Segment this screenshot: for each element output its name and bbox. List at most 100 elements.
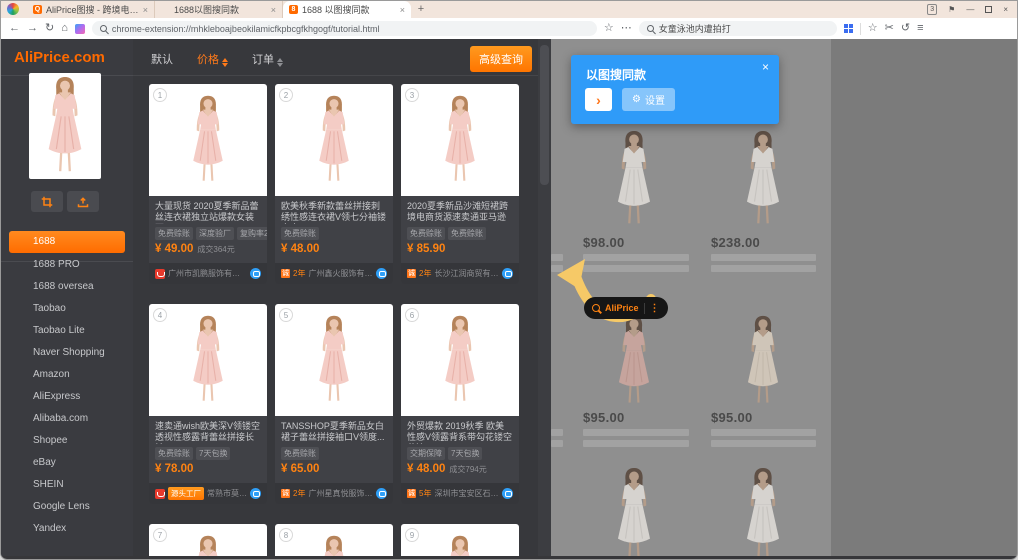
sidebar-item-taobao-lite[interactable]: Taobao Lite (1, 320, 133, 342)
product-card[interactable]: 6 外贸爆款 2019秋季 欧美性感V领露背系带勾花镂空花边... 交期保障 7… (401, 304, 519, 504)
flag-icon[interactable]: ⚑ (948, 5, 955, 14)
placeholder-bar (711, 440, 816, 447)
tab-1688-search[interactable]: 1688以图搜同款 × (155, 1, 283, 18)
new-tab-button[interactable]: + (411, 1, 431, 18)
page-content: $98.00 $238.00 $95.00 $95.00 (1, 39, 1017, 556)
placeholder-bar (583, 440, 689, 447)
sidebar-item-amazon[interactable]: Amazon (1, 364, 133, 386)
site-list: 1688 1688 PRO 1688 oversea Taobao Taobao… (1, 231, 133, 540)
seller-years: 5年 (419, 488, 431, 499)
product-title: 大量现货 2020夏季新品蕾丝连衣裙独立站爆款女装亚... (149, 196, 267, 224)
close-button[interactable]: × (1003, 5, 1008, 14)
chat-icon[interactable] (376, 488, 387, 499)
screenshot-scissors-icon[interactable]: ✂ (885, 23, 894, 34)
chat-icon[interactable] (250, 268, 261, 279)
menu-icon[interactable]: ≡ (917, 23, 923, 34)
chat-icon[interactable] (502, 268, 513, 279)
sidebar-item-aliexpress[interactable]: AliExpress (1, 386, 133, 408)
product-card[interactable]: 5 TANSSHOP夏季新品女白裙子蕾丝拼接袖口V领度... 免费赊账 ¥ 65… (275, 304, 393, 504)
chat-icon[interactable] (502, 488, 513, 499)
query-image-thumbnail[interactable] (29, 73, 101, 179)
product-price: ¥ 78.00 (155, 463, 193, 475)
sort-arrows-icon (222, 58, 228, 67)
chat-icon[interactable] (376, 268, 387, 279)
panel-scrollbar[interactable] (538, 39, 551, 556)
minimize-button[interactable]: — (966, 5, 974, 14)
seller-name: 广州鑫火服饰有限公司 (308, 268, 373, 279)
store-price: $95.00 (711, 410, 753, 425)
sort-arrows-icon (277, 58, 283, 67)
pill-menu-icon[interactable]: ⋮ (650, 303, 660, 314)
quick-search-box[interactable]: 女童泳池内遭拍打 (639, 21, 837, 36)
upload-icon (77, 196, 89, 208)
reload-button[interactable]: ↻ (45, 23, 54, 34)
product-card[interactable]: 7 (149, 524, 267, 556)
more-options-icon[interactable]: ⋯ (621, 23, 632, 34)
result-number-badge: 6 (405, 308, 419, 322)
seller-years: 2年 (419, 268, 431, 279)
sidebar-item-ebay[interactable]: eBay (1, 452, 133, 474)
seller-name: 常熟市莫城街道... (207, 488, 247, 499)
aliprice-brand: AliPrice.com (1, 39, 133, 66)
product-price: ¥ 65.00 (281, 463, 319, 475)
popup-next-button[interactable]: › (585, 88, 612, 111)
url-text: chrome-extension://mhkleboajbeokilamicfk… (112, 24, 380, 34)
product-card[interactable]: 8 (275, 524, 393, 556)
search-icon (592, 304, 600, 312)
product-card[interactable]: 9 (401, 524, 519, 556)
seller-years: 2年 (293, 488, 305, 499)
crop-button[interactable] (31, 191, 63, 212)
scrollbar-thumb[interactable] (540, 45, 549, 185)
sidebar-item-yandex[interactable]: Yandex (1, 518, 133, 540)
tab-close-icon[interactable]: × (143, 5, 148, 15)
sidebar-item-alibaba[interactable]: Alibaba.com (1, 408, 133, 430)
extension-count-badge[interactable]: 3 (927, 4, 937, 15)
restore-button[interactable] (985, 6, 992, 13)
sidebar-item-1688-pro[interactable]: 1688 PRO (1, 254, 133, 276)
product-image: 5 (275, 304, 393, 416)
sidebar-item-naver[interactable]: Naver Shopping (1, 342, 133, 364)
undo-icon[interactable]: ↺ (901, 23, 910, 34)
sidebar-item-1688[interactable]: 1688 (9, 231, 125, 253)
chat-icon[interactable] (250, 488, 261, 499)
cert-badge: 诚 (407, 269, 416, 278)
sort-default[interactable]: 默认 (151, 51, 173, 67)
product-title: 欧美秋季新款蕾丝拼接刺绣性感连衣裙V领七分袖镂空内... (275, 196, 393, 224)
sort-order[interactable]: 订单 (252, 51, 283, 67)
tab-aliprice[interactable]: Q AliPrice图搜 - 跨境电商选品... × (27, 1, 155, 18)
tab-close-icon[interactable]: × (271, 5, 276, 15)
popup-settings-button[interactable]: ⚙ 设置 (622, 88, 675, 111)
apps-grid-icon[interactable] (844, 24, 853, 33)
tab-close-icon[interactable]: × (400, 5, 405, 15)
bookmark-star-icon[interactable]: ☆ (604, 23, 614, 34)
advanced-search-button[interactable]: 高级查询 (470, 46, 532, 72)
placeholder-bar (583, 429, 689, 436)
product-card[interactable]: 1 大量现货 2020夏季新品蕾丝连衣裙独立站爆款女装亚... 免费赊账 深度验… (149, 84, 267, 284)
tab-1688-active[interactable]: 8 1688 以图搜同款 × (283, 1, 411, 18)
product-card[interactable]: 2 欧美秋季新款蕾丝拼接刺绣性感连衣裙V领七分袖镂空内... 免费赊账 ¥ 48… (275, 84, 393, 284)
upload-button[interactable] (67, 191, 99, 212)
page-right-margin (831, 39, 1017, 556)
forward-button[interactable]: → (27, 23, 38, 34)
store-product-image (734, 467, 792, 556)
collect-star-icon[interactable]: ☆ (868, 23, 878, 34)
sort-price[interactable]: 价格 (197, 51, 228, 67)
sidebar-item-taobao[interactable]: Taobao (1, 298, 133, 320)
grid-favicon (161, 5, 170, 14)
product-image: 1 (149, 84, 267, 196)
sidebar-item-google-lens[interactable]: Google Lens (1, 496, 133, 518)
product-card[interactable]: 3 2020夏季新品沙滩短裙跨境电商货源速卖通亚马逊eBay... 免费赊账 免… (401, 84, 519, 284)
seller-name: 长沙江润商贸有限公司 (434, 268, 499, 279)
tutorial-arrow (553, 227, 663, 342)
back-button[interactable]: ← (9, 23, 20, 34)
address-bar[interactable]: chrome-extension://mhkleboajbeokilamicfk… (92, 21, 597, 36)
product-card[interactable]: 4 速卖通wish欧美深V领镂空透视性感露背蕾丝拼接长袖... 免费赊账 7天包… (149, 304, 267, 504)
home-button[interactable]: ⌂ (61, 23, 68, 34)
sidebar-item-1688-oversea[interactable]: 1688 oversea (1, 276, 133, 298)
sidebar-item-shopee[interactable]: Shopee (1, 430, 133, 452)
product-grid: 1 大量现货 2020夏季新品蕾丝连衣裙独立站爆款女装亚... 免费赊账 深度验… (149, 84, 519, 556)
popup-close-icon[interactable]: × (762, 60, 769, 74)
sidebar-item-shein[interactable]: SHEIN (1, 474, 133, 496)
app-icon[interactable] (75, 24, 85, 34)
aliprice-hover-button[interactable]: AliPrice ⋮ (584, 297, 668, 319)
